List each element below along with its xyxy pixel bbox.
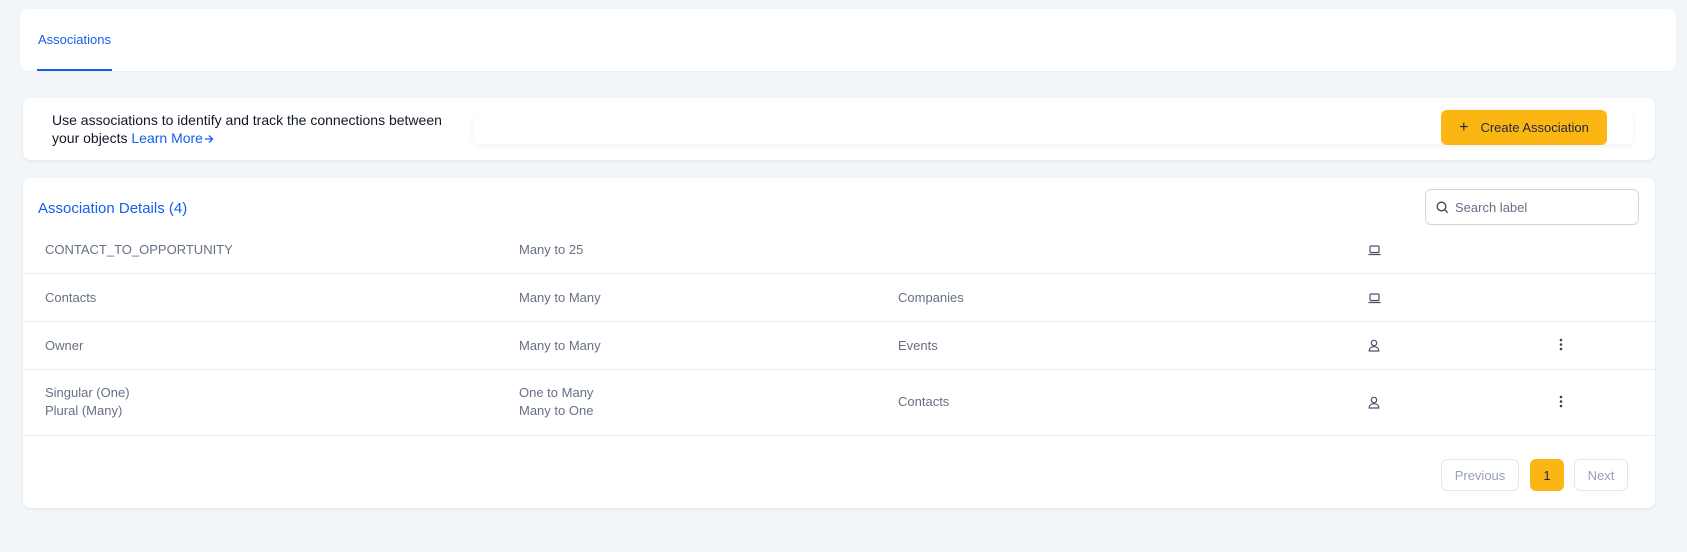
create-association-button[interactable]: + Create Association — [1441, 110, 1607, 145]
tab-associations[interactable]: Associations — [37, 9, 112, 71]
learn-more-label: Learn More — [131, 130, 203, 146]
user-icon — [1368, 339, 1380, 355]
info-text-line2: your objects — [52, 130, 128, 146]
page-number-button[interactable]: 1 — [1530, 459, 1564, 491]
info-text-line1: Use associations to identify and track t… — [52, 112, 442, 128]
laptop-icon — [1368, 292, 1381, 307]
row-label: Singular (One) Plural (Many) — [45, 384, 130, 420]
row-object: Contacts — [898, 394, 950, 409]
search-input[interactable] — [1455, 199, 1625, 215]
row-label: Owner — [45, 338, 84, 353]
arrow-right-icon — [204, 135, 214, 143]
row-object: Events — [898, 338, 938, 353]
row-relation: Many to 25 — [519, 242, 584, 257]
row-label: CONTACT_TO_OPPORTUNITY — [45, 242, 233, 257]
next-page-button[interactable]: Next — [1574, 459, 1628, 491]
pagination: Previous 1 Next — [23, 459, 1655, 491]
details-title: Association Details (4) — [38, 200, 188, 217]
row-relation-one: One to Many — [519, 385, 594, 400]
association-details-card: Association Details (4) CONTACT_TO_OPPOR… — [23, 178, 1655, 508]
tabs-bar: Associations — [20, 9, 1676, 71]
table-row[interactable]: CONTACT_TO_OPPORTUNITY Many to 25 — [23, 226, 1655, 274]
plus-icon: + — [1459, 118, 1469, 136]
more-options-icon[interactable] — [1559, 338, 1563, 354]
create-association-label: Create Association — [1480, 120, 1589, 135]
row-relation-two: Many to One — [519, 403, 594, 418]
row-relation: Many to Many — [519, 290, 601, 305]
table-row[interactable]: Contacts Many to Many Companies — [23, 274, 1655, 322]
info-text: Use associations to identify and track t… — [52, 111, 472, 147]
previous-page-button[interactable]: Previous — [1441, 459, 1519, 491]
search-box[interactable] — [1425, 189, 1639, 225]
user-icon — [1368, 396, 1380, 412]
info-banner: Use associations to identify and track t… — [23, 98, 1655, 160]
row-label: Contacts — [45, 290, 97, 305]
laptop-icon — [1368, 244, 1381, 259]
row-object: Companies — [898, 290, 964, 305]
row-label-plural: Plural (Many) — [45, 403, 123, 418]
row-relation: Many to Many — [519, 338, 601, 353]
table-row[interactable]: Singular (One) Plural (Many) One to Many… — [23, 370, 1655, 436]
more-options-icon[interactable] — [1559, 395, 1563, 411]
learn-more-link[interactable]: Learn More — [131, 130, 214, 146]
search-icon — [1436, 201, 1449, 213]
table-row[interactable]: Owner Many to Many Events — [23, 322, 1655, 370]
row-relation: One to Many Many to One — [519, 384, 593, 420]
row-label-singular: Singular (One) — [45, 385, 130, 400]
